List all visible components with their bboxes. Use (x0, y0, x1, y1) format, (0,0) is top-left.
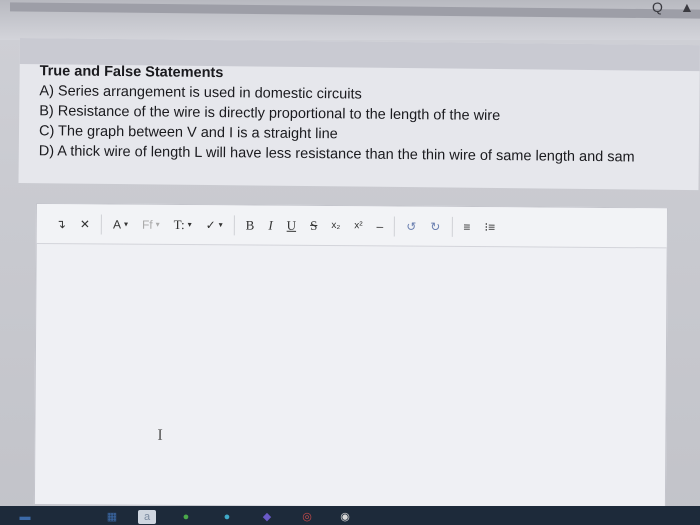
toolbar-divider (233, 214, 235, 235)
bold-button[interactable]: B (241, 214, 260, 236)
taskbar-item-2[interactable]: ▦ (104, 510, 120, 524)
editor-toolbar: ↴ ✕ A ▾ Ff ▾ T: ▾ ✓ ▾ B I U S x₂ x² – ↺ … (36, 204, 667, 249)
toolbar-divider (394, 216, 396, 237)
clear-format-icon[interactable]: ✕ (75, 213, 95, 235)
font-size-label: A (112, 217, 122, 232)
text-style-label: T: (173, 216, 185, 232)
answer-text-area[interactable] (35, 245, 667, 508)
unordered-list-button[interactable]: ≡ (458, 215, 475, 237)
top-bar (10, 2, 700, 19)
horizontal-rule-button[interactable]: – (371, 215, 388, 237)
font-family-label: Ff (141, 217, 153, 232)
chevron-down-icon: ▾ (187, 220, 192, 230)
taskbar-item-7[interactable]: ◎ (298, 510, 316, 524)
taskbar-item-5[interactable]: ● (218, 510, 236, 524)
account-icon[interactable]: ▲ (680, 0, 694, 14)
brush-icon: ✓ (205, 217, 216, 232)
taskbar-item-6[interactable]: ◆ (258, 510, 276, 524)
superscript-button[interactable]: x² (349, 215, 367, 237)
undo-icon[interactable]: ↴ (51, 213, 71, 235)
redo-button[interactable]: ↻ (425, 215, 445, 237)
question-panel: True and False Statements A) Series arra… (18, 38, 700, 191)
chevron-down-icon: ▾ (123, 219, 129, 229)
strikethrough-button[interactable]: S (305, 214, 322, 236)
taskbar-item-4[interactable]: ● (178, 510, 194, 524)
font-size-dropdown[interactable]: A ▾ (108, 213, 133, 235)
screen: Q ▲ True and False Statements A) Series … (0, 0, 700, 525)
chevron-down-icon: ▾ (218, 220, 223, 230)
taskbar: ▬ ▦ a ● ● ◆ ◎ ◉ (0, 506, 700, 525)
text-cursor-icon: I (157, 426, 163, 444)
undo-button[interactable]: ↺ (401, 215, 421, 237)
answer-editor[interactable]: ↴ ✕ A ▾ Ff ▾ T: ▾ ✓ ▾ B I U S x₂ x² – ↺ … (33, 203, 668, 512)
text-style-dropdown[interactable]: T: ▾ (169, 213, 197, 235)
ordered-list-button[interactable]: ⁝≡ (479, 216, 500, 238)
underline-button[interactable]: U (282, 214, 302, 236)
font-family-dropdown[interactable]: Ff ▾ (137, 213, 165, 235)
taskbar-item-8[interactable]: ◉ (336, 510, 354, 524)
chevron-down-icon: ▾ (155, 219, 160, 229)
subscript-button[interactable]: x₂ (326, 215, 345, 237)
text-color-dropdown[interactable]: ✓ ▾ (201, 214, 228, 236)
italic-button[interactable]: I (263, 214, 277, 236)
taskbar-item-1[interactable]: ▬ (14, 510, 36, 524)
question-text: True and False Statements A) Series arra… (39, 61, 700, 168)
browser-top-strip: Q ▲ (0, 0, 700, 40)
toolbar-divider (451, 216, 453, 237)
toolbar-divider (100, 213, 103, 234)
search-icon[interactable]: Q (652, 0, 663, 14)
taskbar-item-3[interactable]: a (138, 510, 156, 524)
